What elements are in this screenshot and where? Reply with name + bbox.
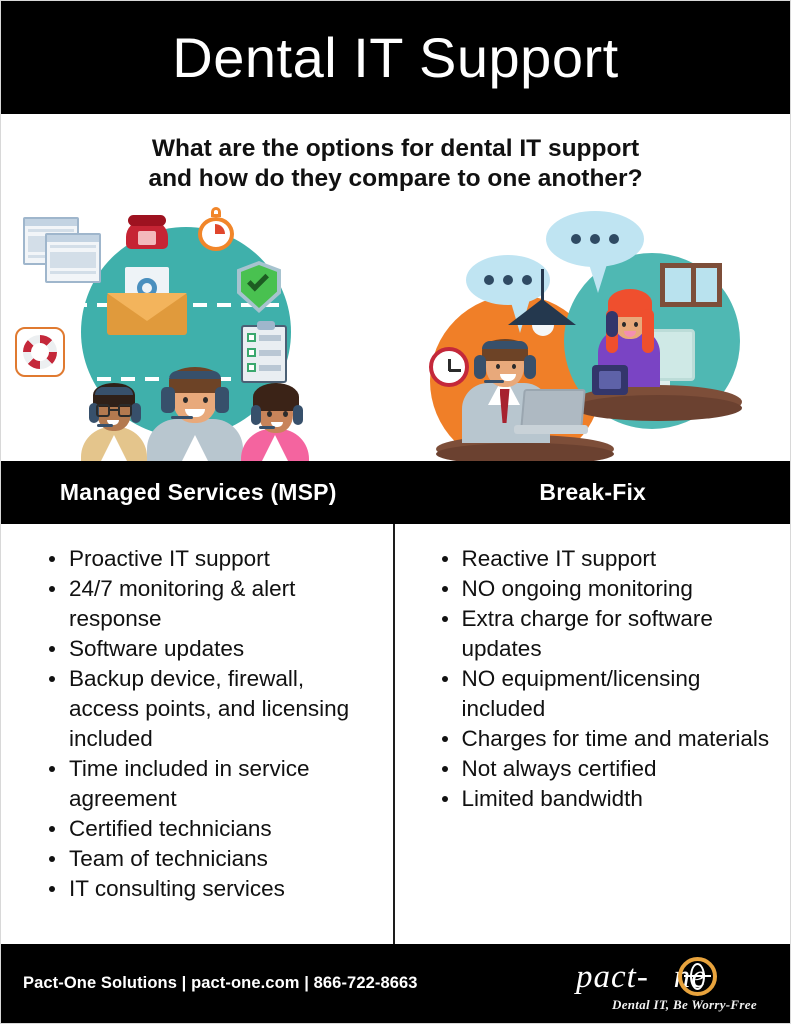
page-title: Dental IT Support <box>172 25 619 89</box>
logo-word-left: pact- <box>576 958 649 995</box>
handset-icon <box>605 311 618 337</box>
column-divider <box>393 524 395 946</box>
list-item: Proactive IT support <box>47 544 378 574</box>
speech-bubble-icon-right <box>545 211 644 293</box>
stopwatch-icon <box>198 207 234 251</box>
list-item: Extra charge for software updates <box>440 604 773 664</box>
list-item: NO equipment/licensing included <box>440 664 773 724</box>
logo-globe-icon <box>678 956 717 996</box>
list-item: NO ongoing monitoring <box>440 574 773 604</box>
logo-tagline: Dental IT, Be Worry-Free <box>612 996 757 1012</box>
comparison-lists: Proactive IT support 24/7 monitoring & a… <box>1 524 790 946</box>
email-gear-icon <box>107 267 187 335</box>
logo-wordmark: pact-One <box>576 959 772 996</box>
desk-right-shadow <box>573 395 742 421</box>
category-label-msp: Managed Services (MSP) <box>59 479 337 505</box>
shield-check-icon <box>237 261 281 313</box>
window-icon <box>659 263 722 307</box>
support-team-illustration <box>1 199 396 461</box>
list-item: IT consulting services <box>47 874 378 904</box>
list-item: Software updates <box>47 634 378 664</box>
infographic-page: Dental IT Support What are the options f… <box>0 0 791 1024</box>
speech-bubble-icon-left <box>465 255 550 333</box>
list-item: Certified technicians <box>47 814 378 844</box>
list-item: Time included in service agreement <box>47 754 378 814</box>
subtitle-line-1: What are the options for dental IT suppo… <box>151 134 640 162</box>
desk-left-shadow <box>435 443 614 461</box>
category-header-break-fix: Break-Fix <box>396 461 791 524</box>
agent-right <box>235 377 315 461</box>
bullet-list-break-fix: Reactive IT support NO ongoing monitorin… <box>396 524 791 946</box>
list-item: Charges for time and materials <box>440 724 773 754</box>
illustrations-row <box>1 199 790 461</box>
footer-band: Pact-One Solutions | pact-one.com | 866-… <box>1 944 790 1023</box>
msp-bullets: Proactive IT support 24/7 monitoring & a… <box>47 544 378 904</box>
footer-contact: Pact-One Solutions | pact-one.com | 866-… <box>23 974 418 992</box>
subtitle-line-2: and how do they compare to one another? <box>148 164 643 192</box>
support-agents-icon <box>75 351 315 461</box>
list-item: Backup device, firewall, access points, … <box>47 664 378 754</box>
category-header-band: Managed Services (MSP) Break-Fix <box>1 461 790 524</box>
subtitle-block: What are the options for dental IT suppo… <box>1 114 790 199</box>
break-fix-bullets: Reactive IT support NO ongoing monitorin… <box>440 544 773 814</box>
pact-one-logo: pact-One Dental IT, Be Worry-Free <box>576 953 772 1015</box>
lamp-cord <box>540 269 544 301</box>
list-item: Team of technicians <box>47 844 378 874</box>
desk-phone-icon <box>591 365 628 395</box>
call-center-illustration <box>396 199 791 461</box>
agent-center <box>141 351 249 461</box>
bullet-list-msp: Proactive IT support 24/7 monitoring & a… <box>1 524 396 946</box>
category-header-msp: Managed Services (MSP) <box>1 461 396 524</box>
list-item: Not always certified <box>440 754 773 784</box>
category-label-break-fix: Break-Fix <box>539 479 647 505</box>
telephone-icon <box>126 211 168 251</box>
list-item: Limited bandwidth <box>440 784 773 814</box>
life-ring-icon <box>15 327 65 377</box>
header-band: Dental IT Support <box>1 1 790 114</box>
laptop-icon <box>519 389 586 429</box>
laptop-base <box>513 425 588 434</box>
browser-windows-icon <box>23 217 101 283</box>
desk-lamp-icon <box>507 299 576 325</box>
list-item: Reactive IT support <box>440 544 773 574</box>
list-item: 24/7 monitoring & alert response <box>47 574 378 634</box>
